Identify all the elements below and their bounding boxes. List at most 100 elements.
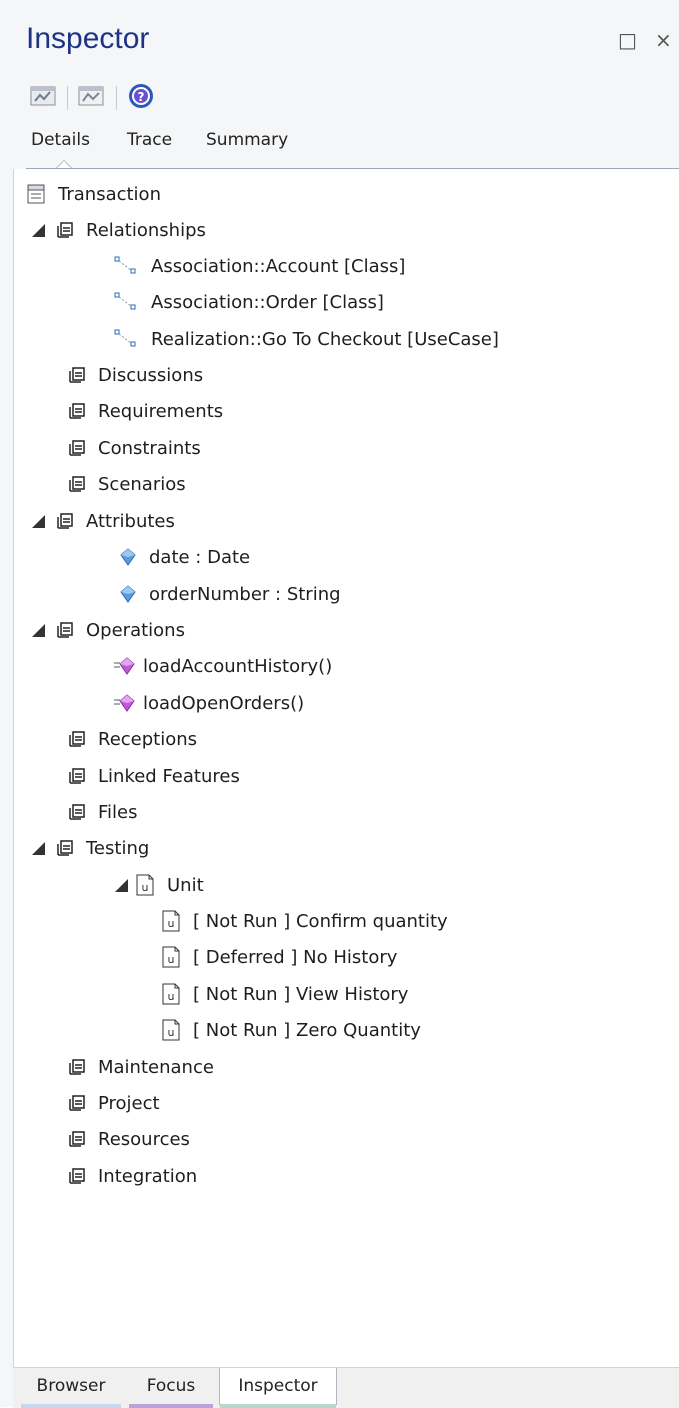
expanded-arrow-icon[interactable] — [32, 623, 45, 637]
tree-node-scenarios[interactable]: Scenarios — [69, 469, 186, 499]
expanded-arrow-icon[interactable] — [32, 514, 45, 528]
open-properties-button[interactable] — [74, 80, 108, 112]
tree-node-relationships[interactable]: Relationships — [32, 215, 206, 245]
tree-node-label: Receptions — [98, 728, 198, 750]
tree-node-constraints[interactable]: Constraints — [69, 433, 201, 463]
test-item[interactable]: u [ Not Run ] Confirm quantity — [162, 906, 448, 936]
bottom-tab-bar: Browser Focus Inspector — [13, 1367, 679, 1408]
svg-text:u: u — [168, 917, 175, 930]
attribute-icon — [120, 585, 136, 603]
tab-browser[interactable]: Browser — [21, 1368, 121, 1408]
tree-node-label: Testing — [86, 837, 150, 859]
tab-color-strip — [21, 1404, 121, 1408]
tab-trace[interactable]: Trace — [127, 130, 172, 150]
tree-node-requirements[interactable]: Requirements — [69, 396, 223, 426]
tree-node-label: Resources — [98, 1128, 190, 1150]
relationship-label: Association::Order [Class] — [151, 291, 384, 313]
edit-element-button[interactable] — [26, 80, 60, 112]
test-item[interactable]: u [ Not Run ] Zero Quantity — [162, 1015, 421, 1045]
connector-icon — [114, 292, 136, 310]
section-icon — [69, 804, 85, 820]
relationship-item[interactable]: Association::Account [Class] — [114, 251, 405, 281]
attribute-label: date : Date — [149, 546, 251, 568]
tree-root[interactable]: Transaction — [27, 179, 161, 209]
expanded-arrow-icon[interactable] — [115, 878, 128, 892]
section-icon — [69, 731, 85, 747]
tree-node-linked-features[interactable]: Linked Features — [69, 761, 240, 791]
test-item[interactable]: u [ Not Run ] View History — [162, 979, 408, 1009]
tree-node-testing[interactable]: Testing — [32, 833, 149, 863]
inspector-window: Inspector □ × ? Details Trace Summary Tr… — [0, 0, 679, 1408]
section-icon — [69, 476, 85, 492]
operation-icon — [114, 694, 135, 712]
tree-node-attributes[interactable]: Attributes — [32, 506, 175, 536]
help-button[interactable]: ? — [124, 80, 158, 112]
tree-node-label: Attributes — [86, 510, 175, 532]
tree-node-label: Constraints — [98, 437, 201, 459]
class-element-icon — [27, 184, 45, 204]
tree-node-files[interactable]: Files — [69, 797, 138, 827]
relationship-item[interactable]: Association::Order [Class] — [114, 287, 384, 317]
toolbar-separator — [67, 86, 68, 110]
operation-item[interactable]: loadOpenOrders() — [113, 688, 304, 718]
tree-node-discussions[interactable]: Discussions — [69, 360, 203, 390]
test-document-icon: u — [136, 874, 154, 896]
tab-details[interactable]: Details — [31, 130, 90, 150]
tree-node-label: Unit — [167, 874, 204, 896]
tab-focus-label: Focus — [146, 1376, 196, 1396]
relationship-label: Association::Account [Class] — [151, 255, 406, 277]
tree-node-label: Discussions — [98, 364, 204, 386]
section-icon — [57, 622, 73, 638]
details-tree[interactable]: Transaction Relationships Association::A… — [13, 169, 679, 1367]
tab-summary[interactable]: Summary — [206, 130, 288, 150]
tab-browser-label: Browser — [36, 1376, 106, 1396]
test-item[interactable]: u [ Deferred ] No History — [162, 942, 397, 972]
tree-node-integration[interactable]: Integration — [69, 1161, 197, 1191]
test-document-icon: u — [162, 1019, 180, 1041]
operation-label: loadOpenOrders() — [143, 692, 305, 714]
tree-node-receptions[interactable]: Receptions — [69, 724, 197, 754]
section-icon — [69, 1059, 85, 1075]
toolbar: ? — [26, 80, 666, 116]
close-button[interactable]: × — [655, 30, 672, 50]
tree-node-label: Linked Features — [98, 765, 240, 787]
operation-item[interactable]: loadAccountHistory() — [113, 651, 332, 681]
expanded-arrow-icon[interactable] — [32, 223, 45, 237]
expanded-arrow-icon[interactable] — [32, 841, 45, 855]
svg-text:?: ? — [138, 90, 145, 104]
svg-text:u: u — [168, 953, 175, 966]
section-icon — [69, 768, 85, 784]
tree-node-maintenance[interactable]: Maintenance — [69, 1052, 214, 1082]
tab-inspector[interactable]: Inspector — [219, 1368, 337, 1408]
attribute-item[interactable]: orderNumber : String — [120, 579, 341, 609]
tree-node-label: Project — [98, 1092, 160, 1114]
section-icon — [69, 1168, 85, 1184]
tab-focus[interactable]: Focus — [129, 1368, 213, 1408]
tree-node-project[interactable]: Project — [69, 1088, 160, 1118]
help-icon: ? — [129, 84, 153, 108]
connector-icon — [114, 329, 136, 347]
edit-element-icon — [30, 86, 56, 106]
test-label: [ Deferred ] No History — [193, 946, 398, 968]
section-icon — [69, 1131, 85, 1147]
maximize-button[interactable]: □ — [618, 30, 637, 50]
test-document-icon: u — [162, 910, 180, 932]
operation-icon — [114, 657, 135, 675]
relationship-item[interactable]: Realization::Go To Checkout [UseCase] — [114, 324, 499, 354]
relationship-label: Realization::Go To Checkout [UseCase] — [151, 328, 499, 350]
section-icon — [69, 367, 85, 383]
active-tab-indicator — [56, 160, 72, 168]
tree-node-unit[interactable]: u Unit — [115, 870, 204, 900]
tree-node-resources[interactable]: Resources — [69, 1124, 190, 1154]
tree-root-label: Transaction — [58, 183, 161, 205]
section-icon — [69, 440, 85, 456]
tree-node-label: Operations — [86, 619, 185, 641]
tree-node-operations[interactable]: Operations — [32, 615, 185, 645]
operation-label: loadAccountHistory() — [143, 655, 333, 677]
tree-node-label: Requirements — [98, 400, 224, 422]
svg-text:u: u — [168, 1026, 175, 1039]
tree-node-label: Integration — [98, 1165, 198, 1187]
attribute-icon — [120, 548, 136, 566]
section-icon — [57, 513, 73, 529]
attribute-item[interactable]: date : Date — [120, 542, 250, 572]
